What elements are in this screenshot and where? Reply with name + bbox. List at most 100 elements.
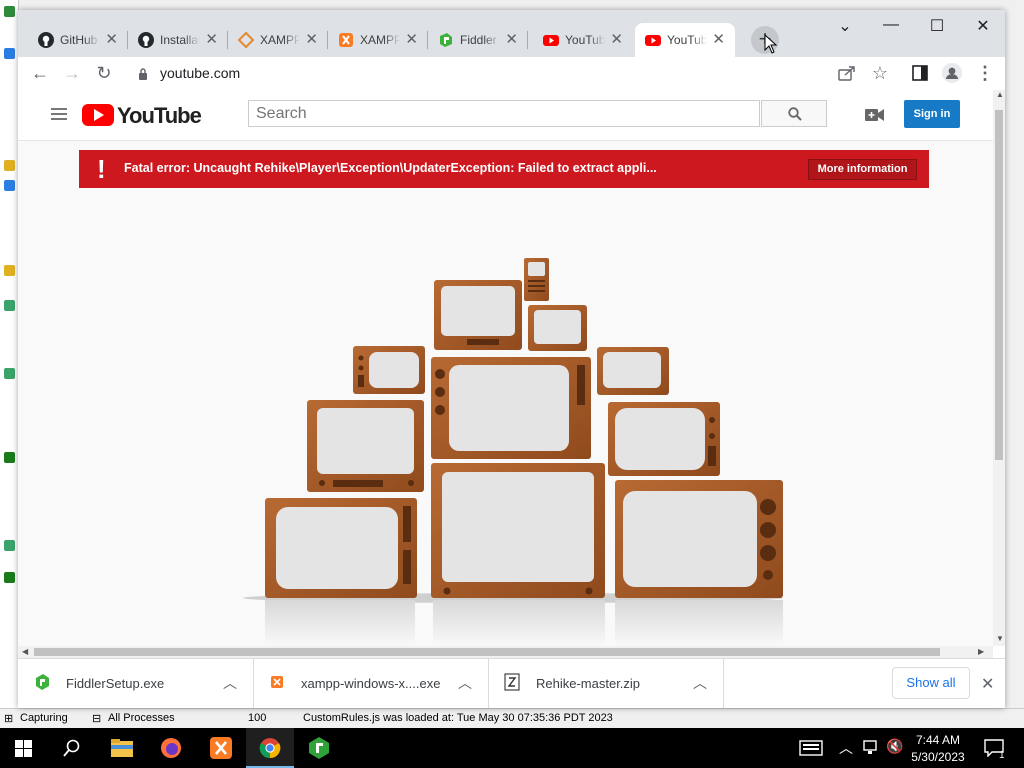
horizontal-scrollbar[interactable]: ◀ ▶ [18, 646, 993, 658]
hamburger-menu-icon[interactable] [51, 108, 67, 121]
clock-time[interactable]: 7:44 AM [903, 733, 973, 747]
network-icon[interactable] [863, 740, 881, 756]
chevron-up-icon[interactable]: ︿ [693, 673, 707, 693]
tab-installation[interactable]: Installation ✕ [128, 23, 228, 57]
download-arrow-icon [4, 572, 15, 583]
youtube-logo-text[interactable]: YouTube [117, 103, 202, 129]
menu-kebab-icon[interactable]: ⋮ [973, 61, 997, 85]
capturing-status[interactable]: Capturing [20, 712, 68, 724]
address-bar[interactable]: youtube.com [160, 65, 240, 81]
close-tab-icon[interactable]: ✕ [105, 32, 118, 48]
download-shelf: FiddlerSetup.exe ︿ xampp-windows-x....ex… [18, 658, 1005, 708]
fiddler-icon [309, 737, 329, 759]
close-window-button[interactable]: ✕ [969, 16, 997, 36]
tab-github[interactable]: GitHub ✕ [28, 23, 128, 57]
tv-small-left [353, 346, 425, 394]
lock-icon[interactable] [138, 68, 148, 80]
tab-xampp-1[interactable]: XAMPP ✕ [228, 23, 328, 57]
download-item[interactable]: Rehike-master.zip ︿ [488, 659, 724, 708]
tv-reflection [433, 600, 605, 646]
tab-fiddler[interactable]: Fiddler ✕ [428, 23, 528, 57]
youtube-logo-icon[interactable] [82, 103, 114, 127]
vertical-scrollbar[interactable]: ▲ ▼ [993, 90, 1005, 646]
share-icon[interactable] [838, 65, 856, 81]
clock-date[interactable]: 5/30/2023 [903, 750, 973, 764]
fiddler-taskbar[interactable] [295, 728, 343, 768]
tv-bottom-right [615, 480, 783, 598]
zip-icon [504, 673, 520, 691]
download-filename: Rehike-master.zip [536, 676, 641, 691]
chevron-up-icon[interactable]: ︿ [458, 673, 472, 693]
minimize-button[interactable]: — [877, 16, 905, 36]
close-tab-icon[interactable]: ✕ [610, 32, 623, 48]
back-arrow-icon[interactable]: ← [28, 61, 52, 85]
scroll-down-arrow-icon[interactable]: ▼ [996, 634, 1004, 643]
show-all-button[interactable]: Show all [892, 667, 970, 699]
js-icon [4, 265, 15, 276]
chrome-taskbar[interactable] [246, 728, 294, 768]
maximize-button[interactable]: ☐ [923, 16, 951, 36]
volume-muted-icon[interactable]: 🔇 [886, 738, 903, 755]
search-button[interactable] [761, 100, 827, 127]
profile-avatar-icon[interactable] [942, 63, 962, 83]
tab-separator [527, 31, 528, 49]
chrome-icon [259, 738, 281, 759]
js-icon [4, 160, 15, 171]
search-icon[interactable] [63, 739, 81, 757]
fiddler-session-list[interactable] [0, 0, 19, 708]
horizontal-scroll-thumb[interactable] [34, 648, 940, 656]
folder-icon [111, 739, 133, 757]
tv-reflection [615, 600, 783, 646]
windows-start-icon[interactable] [15, 740, 32, 757]
file-explorer-taskbar[interactable] [98, 728, 146, 768]
keyboard-icon[interactable] [799, 740, 823, 756]
tv-bottom-left [265, 498, 417, 598]
tab-youtube-1[interactable]: YouTube ✕ [533, 23, 633, 57]
error-message: Fatal error: Uncaught Rehike\Player\Exce… [124, 161, 657, 175]
scroll-left-arrow-icon[interactable]: ◀ [22, 647, 28, 656]
download-filename: xampp-windows-x....exe [301, 676, 441, 691]
close-tab-icon[interactable]: ✕ [305, 32, 318, 48]
tab-xampp-2[interactable]: XAMPP ✕ [328, 23, 428, 57]
chevron-up-icon[interactable]: ︿ [223, 673, 237, 693]
firefox-taskbar[interactable] [147, 728, 195, 768]
vertical-scroll-thumb[interactable] [995, 110, 1003, 460]
tv-middle-center [431, 357, 591, 459]
error-banner: ! Fatal error: Uncaught Rehike\Player\Ex… [79, 150, 929, 188]
download-item[interactable]: FiddlerSetup.exe ︿ [18, 659, 254, 708]
close-tab-icon[interactable]: ✕ [712, 32, 725, 48]
process-filter[interactable]: All Processes [108, 712, 175, 724]
processes-filter-icon: ⊟ [92, 713, 102, 725]
tv-small-right [597, 347, 669, 395]
bookmark-star-icon[interactable]: ☆ [868, 61, 892, 85]
tab-search-chevron-icon[interactable]: ⌄ [831, 16, 859, 36]
scroll-up-arrow-icon[interactable]: ▲ [996, 90, 1004, 99]
tv-middle-left [307, 400, 424, 492]
scroll-right-arrow-icon[interactable]: ▶ [978, 647, 984, 656]
tv-middle-right [608, 402, 720, 476]
fiddler-status-bar: ⊞ Capturing ⊟ All Processes 100 CustomRu… [0, 708, 1024, 729]
more-information-button[interactable]: More information [808, 159, 917, 180]
xampp-taskbar[interactable] [197, 728, 245, 768]
reload-icon[interactable]: ↻ [92, 61, 116, 85]
search-input[interactable] [248, 100, 760, 127]
close-tab-icon[interactable]: ✕ [405, 32, 418, 48]
alert-exclamation-icon: ! [97, 154, 106, 184]
xampp-icon [271, 676, 283, 688]
close-tab-icon[interactable]: ✕ [205, 32, 218, 48]
search-icon [788, 107, 802, 121]
fiddler-icon [440, 33, 452, 47]
fiddler-icon [36, 674, 49, 690]
forward-arrow-icon[interactable]: → [60, 61, 84, 85]
close-download-shelf-icon[interactable]: ✕ [981, 674, 994, 694]
tv-top-right [528, 305, 587, 351]
download-item[interactable]: xampp-windows-x....exe ︿ [253, 659, 489, 708]
chevron-up-icon[interactable]: ︿ [839, 738, 853, 758]
upload-video-icon[interactable] [865, 108, 885, 122]
side-panel-icon[interactable] [912, 65, 928, 81]
sign-in-button[interactable]: Sign in [904, 100, 960, 128]
tab-youtube-active[interactable]: YouTube ✕ [635, 23, 735, 57]
download-arrow-icon [4, 452, 15, 463]
close-tab-icon[interactable]: ✕ [505, 32, 518, 48]
github-icon [138, 32, 154, 48]
